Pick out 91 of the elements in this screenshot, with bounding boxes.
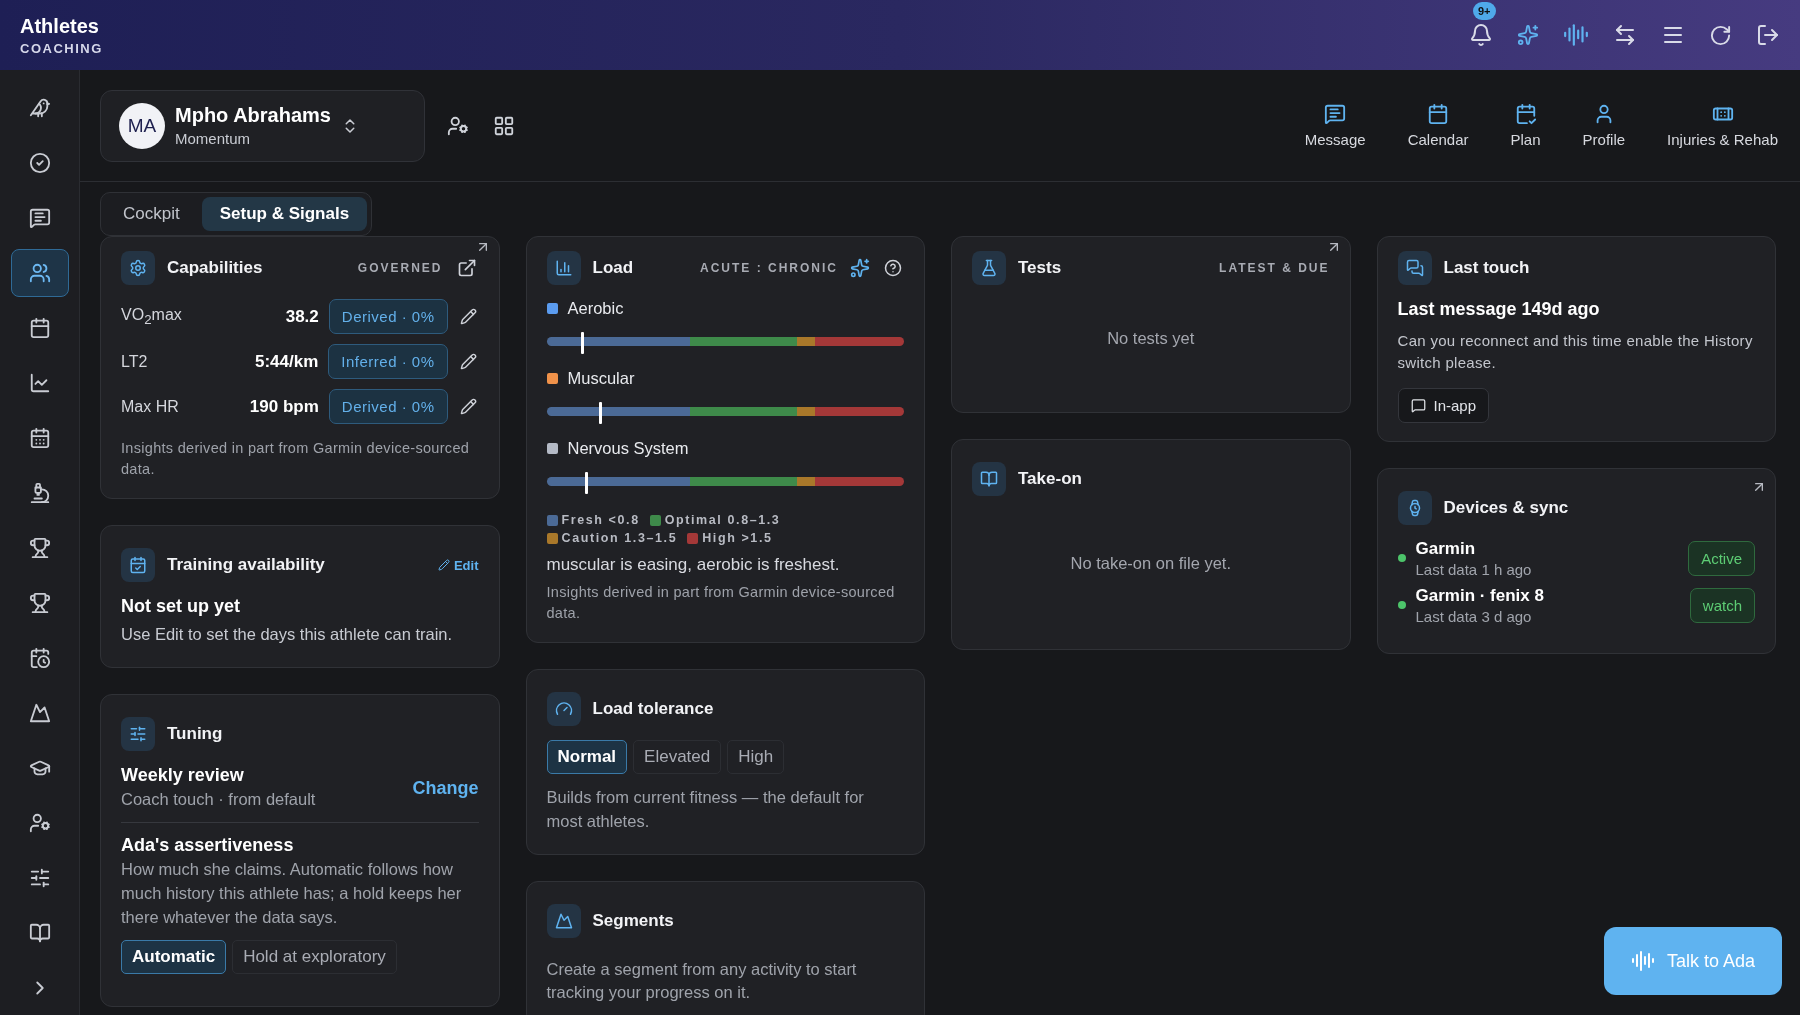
status-title: Not set up yet: [121, 596, 241, 618]
card-title: Load tolerance: [592, 698, 715, 719]
option-button[interactable]: Normal: [546, 739, 628, 774]
gauge-icon: [546, 691, 581, 726]
card-title: Tuning: [167, 723, 224, 744]
app-subtitle: COACHING: [20, 40, 103, 56]
last-message-title: Last message 149d ago: [1397, 299, 1601, 320]
load-label: Nervous System: [567, 439, 689, 458]
card-tag: LATEST & DUE: [1219, 261, 1330, 275]
card-title: Segments: [592, 910, 675, 931]
card-title: Take-on: [1018, 469, 1083, 489]
segments-description: Create a segment from any activity to start tracking your progress on it.: [546, 958, 858, 1004]
legend-label: Caution 1.3–1.5: [561, 531, 678, 545]
watch-icon: [1397, 490, 1432, 525]
action-button[interactable]: Plan: [1504, 102, 1547, 149]
app-title: Athletes: [20, 14, 100, 38]
legend-label: Optimal 0.8–1.3: [664, 513, 781, 527]
card-tag: ACUTE : CHRONIC: [700, 261, 838, 275]
sparkles-icon[interactable]: [1515, 22, 1541, 48]
metric-value: 190 bpm: [249, 396, 319, 417]
review-title: Weekly review: [121, 764, 245, 786]
sparkles-icon: [850, 258, 870, 278]
assertiveness-description: How much she claims. Automatic follows how much history this athlete has; a hold keeps her there whatever the data says.: [121, 858, 463, 928]
source-chip: Derived · 0%: [328, 299, 448, 334]
mountain-icon: [546, 903, 581, 938]
calendar-icon: [1514, 103, 1537, 125]
help-icon[interactable]: [882, 257, 904, 279]
flask-icon: [972, 251, 1006, 285]
action-button[interactable]: Injuries & Rehab: [1661, 102, 1784, 149]
option-button[interactable]: High: [727, 739, 785, 774]
avatar: MA: [119, 102, 165, 149]
pencil-icon: [437, 559, 450, 572]
device-name: Garmin · fenix 8: [1415, 585, 1545, 606]
tab[interactable]: Cockpit: [105, 197, 198, 231]
book-icon: [972, 462, 1006, 496]
device-status: watch: [1689, 587, 1755, 623]
tolerance-description: Builds from current fitness — the default for most athletes.: [546, 786, 865, 832]
message-icon: [1410, 397, 1426, 413]
message-icon: [1324, 103, 1347, 125]
card-title: Training availability: [167, 555, 326, 576]
change-link[interactable]: Change: [412, 777, 479, 799]
assertiveness-title: Ada's assertiveness: [121, 834, 295, 856]
load-summary: muscular is easing, aerobic is freshest.: [546, 554, 841, 576]
channel-button[interactable]: In-app: [1397, 387, 1490, 423]
empty-message: No take-on on file yet.: [1069, 553, 1232, 574]
action-button[interactable]: Profile: [1576, 102, 1632, 149]
status-description: Use Edit to set the days this athlete can train.: [121, 624, 454, 646]
chat-icon: [1397, 251, 1432, 285]
source-note: Insights derived in part from Garmin device-sourced data.: [546, 582, 896, 623]
athlete-name: Mpho Abrahams: [175, 104, 331, 127]
card-title: Devices & sync: [1443, 497, 1570, 518]
card-title: Last touch: [1443, 258, 1531, 278]
device-name: Garmin: [1415, 538, 1477, 559]
source-note: Insights derived in part from Garmin device-sourced data.: [121, 439, 471, 479]
calendar-icon: [1427, 103, 1450, 125]
device-status: Active: [1688, 540, 1755, 576]
metric-value: 5:44/km: [254, 351, 319, 372]
bar-chart-icon: [546, 251, 581, 285]
sliders-icon: [121, 716, 155, 751]
source-chip: Derived · 0%: [328, 389, 448, 424]
athlete-group: Momentum: [175, 130, 331, 147]
device-detail: Last data 1 h ago: [1415, 560, 1533, 578]
card-tag: GOVERNED: [357, 261, 443, 275]
legend-label: High >1.5: [702, 531, 773, 545]
card-title: Capabilities: [167, 258, 264, 278]
load-label: Aerobic: [567, 299, 624, 318]
action-button[interactable]: Calendar: [1401, 102, 1475, 149]
people-icon[interactable]: [10, 249, 69, 297]
metric-value: 38.2: [285, 306, 319, 327]
notification-badge: 9+: [1473, 2, 1496, 20]
last-message-text: Can you reconnect and this time enable the History switch please.: [1397, 331, 1754, 373]
device-detail: Last data 3 d ago: [1415, 607, 1533, 625]
voice-icon: [1630, 949, 1655, 973]
edit-link[interactable]: Edit: [437, 557, 479, 573]
gear-icon: [121, 251, 155, 285]
option-button[interactable]: Elevated: [633, 739, 722, 774]
empty-message: No tests yet: [1106, 328, 1196, 349]
review-detail: Coach touch · from default: [121, 788, 317, 810]
card-title: Load: [592, 258, 635, 278]
source-chip: Inferred · 0%: [328, 344, 448, 379]
option-button[interactable]: Automatic: [121, 939, 227, 974]
metric-label: LT2: [121, 352, 149, 371]
tab[interactable]: Setup & Signals: [201, 197, 368, 231]
action-button[interactable]: Message: [1298, 102, 1372, 149]
option-button[interactable]: Hold at exploratory: [232, 939, 397, 974]
legend-label: Fresh <0.8: [561, 513, 640, 527]
metric-label: Max HR: [121, 397, 180, 416]
load-label: Muscular: [567, 369, 635, 388]
calendar-check-icon: [121, 548, 155, 583]
metric-label: VO$_{2}$max: [121, 305, 183, 328]
card-title: Tests: [1018, 258, 1063, 278]
